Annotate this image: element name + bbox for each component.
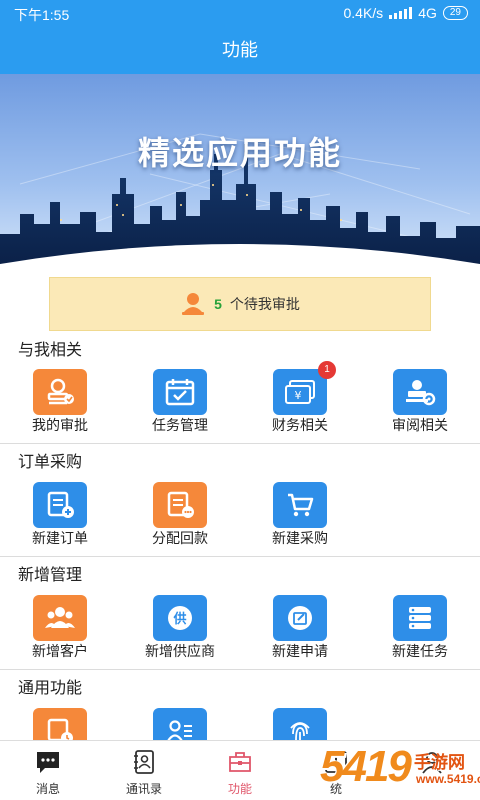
new-request-button[interactable]: 新建申请	[240, 589, 360, 669]
nav-contacts[interactable]: 通讯录	[96, 741, 192, 800]
banner[interactable]: 精选应用功能	[0, 74, 480, 274]
stamp-gear-icon	[393, 369, 447, 415]
review-label: 审阅相关	[392, 417, 448, 433]
status-time: 下午1:55	[14, 7, 70, 23]
my-approval-button[interactable]: 我的审批	[0, 363, 120, 443]
my-approval-label: 我的审批	[32, 417, 88, 433]
message-icon	[37, 752, 59, 773]
task-list-icon	[393, 595, 447, 641]
doc-more-icon	[153, 482, 207, 528]
section-title-related: 与我相关	[18, 342, 83, 359]
nav-contacts-label: 通讯录	[125, 782, 162, 796]
divider	[0, 669, 480, 670]
new-task-button[interactable]: 新建任务	[360, 589, 480, 669]
finance-button[interactable]: ¥ 1 财务相关	[240, 361, 360, 443]
new-supplier-button[interactable]: 供 新增供应商	[120, 589, 240, 669]
header: 功能	[0, 26, 480, 74]
divider	[0, 443, 480, 444]
task-management-label: 任务管理	[152, 417, 208, 433]
battery-level: 29	[449, 7, 461, 18]
signal-icon	[389, 7, 413, 19]
network-type: 4G	[418, 5, 437, 21]
allocate-payment-button[interactable]: 分配回款	[120, 476, 240, 556]
new-customer-label: 新增客户	[32, 643, 88, 659]
supplier-icon: 供	[153, 595, 207, 641]
watermark-text: 手游网	[414, 753, 465, 772]
divider	[0, 556, 480, 557]
network-speed: 0.4K/s	[343, 5, 384, 21]
contacts-book-icon	[134, 750, 154, 774]
calendar-check-icon	[153, 369, 207, 415]
finance-label: 财务相关	[272, 417, 328, 433]
pending-approval-bar[interactable]: 5 个待我审批	[49, 277, 431, 331]
pending-count: 5	[214, 296, 222, 312]
approval-stamp-icon	[33, 369, 87, 415]
task-management-button[interactable]: 任务管理	[120, 363, 240, 443]
new-order-label: 新建订单	[32, 530, 88, 546]
section-orders-grid: 新建订单 分配回款 新建采购	[0, 476, 480, 556]
finance-badge: 1	[318, 361, 336, 379]
section-title-general: 通用功能	[18, 680, 83, 697]
section-title-create: 新增管理	[18, 567, 83, 584]
yen-bill-icon: ¥	[273, 369, 327, 415]
pending-text: 个待我审批	[229, 296, 300, 312]
new-customer-button[interactable]: 新增客户	[0, 589, 120, 669]
watermark-url: www.5419.cn	[416, 772, 480, 786]
section-create-grid: 新增客户 供 新增供应商 新建申请 新建任务	[0, 589, 480, 669]
customers-icon	[33, 595, 87, 641]
allocate-payment-label: 分配回款	[152, 530, 208, 546]
section-title-orders: 订单采购	[18, 454, 83, 471]
new-purchase-label: 新建采购	[272, 530, 328, 546]
page-title: 功能	[222, 40, 258, 60]
review-button[interactable]: 审阅相关	[360, 363, 480, 443]
status-bar: 下午1:55 0.4K/s 4G 29	[0, 0, 480, 26]
new-purchase-button[interactable]: 新建采购	[240, 476, 360, 556]
cart-icon	[273, 482, 327, 528]
new-request-label: 新建申请	[272, 643, 328, 659]
nav-messages-label: 消息	[35, 782, 60, 796]
svg-text:供: 供	[172, 611, 186, 627]
new-task-label: 新建任务	[392, 643, 448, 659]
status-right: 0.4K/s 4G 29	[343, 5, 468, 21]
banner-title: 精选应用功能	[137, 134, 342, 172]
watermark-number: 5419	[320, 742, 412, 791]
toolbox-icon	[229, 752, 251, 772]
nav-messages[interactable]: 消息	[0, 741, 96, 800]
edit-request-icon	[273, 595, 327, 641]
nav-functions[interactable]: 功能	[192, 741, 288, 800]
svg-text:¥: ¥	[295, 389, 302, 402]
nav-functions-label: 功能	[227, 782, 252, 796]
banner-cityscape-image	[0, 74, 480, 274]
approval-person-icon	[182, 293, 205, 315]
doc-add-icon	[33, 482, 87, 528]
section-related-grid: 我的审批 任务管理 ¥ 1 财务相关 审阅相关	[0, 361, 480, 443]
new-supplier-label: 新增供应商	[145, 643, 215, 659]
new-order-button[interactable]: 新建订单	[0, 476, 120, 556]
battery-icon: 29	[442, 6, 468, 20]
site-watermark: 5419 手游网 www.5419.cn	[314, 738, 480, 800]
